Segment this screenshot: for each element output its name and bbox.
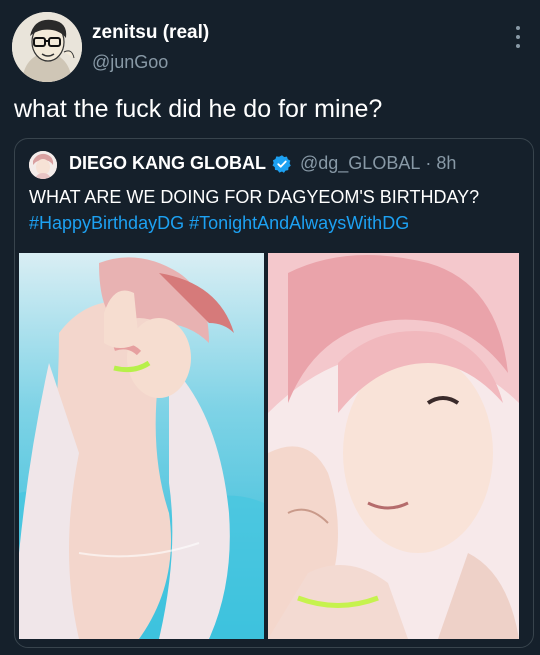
display-name[interactable]: zenitsu (real) <box>92 22 209 44</box>
separator-dot: · <box>425 153 432 173</box>
media-image-right[interactable] <box>268 253 519 639</box>
quoted-handle[interactable]: @dg_GLOBAL <box>300 153 420 174</box>
media-image-left[interactable] <box>19 253 264 639</box>
user-handle[interactable]: @junGoo <box>92 52 168 73</box>
media-grid <box>19 253 519 639</box>
quoted-tweet[interactable]: DIEGO KANG GLOBAL @dg_GLOBAL · 8h WHAT A… <box>14 138 534 648</box>
quoted-avatar[interactable] <box>29 151 57 179</box>
profile-avatar[interactable] <box>12 12 82 82</box>
hashtag-link[interactable]: #TonightAndAlwaysWithDG <box>189 213 409 233</box>
quoted-display-name[interactable]: DIEGO KANG GLOBAL <box>69 153 266 174</box>
more-vertical-icon[interactable] <box>514 26 522 48</box>
quoted-hashtags: #HappyBirthdayDG #TonightAndAlwaysWithDG <box>29 211 409 236</box>
quoted-timestamp[interactable]: 8h <box>436 153 456 174</box>
quoted-text: WHAT ARE WE DOING FOR DAGYEOM'S BIRTHDAY… <box>29 187 480 207</box>
tweet: zenitsu (real) @junGoo what the fuck did… <box>0 0 540 655</box>
tweet-text: what the fuck did he do for mine? <box>14 95 383 123</box>
verified-badge-icon <box>272 154 291 173</box>
quoted-header: DIEGO KANG GLOBAL @dg_GLOBAL · 8h <box>69 153 456 174</box>
hashtag-link[interactable]: #HappyBirthdayDG <box>29 213 184 233</box>
